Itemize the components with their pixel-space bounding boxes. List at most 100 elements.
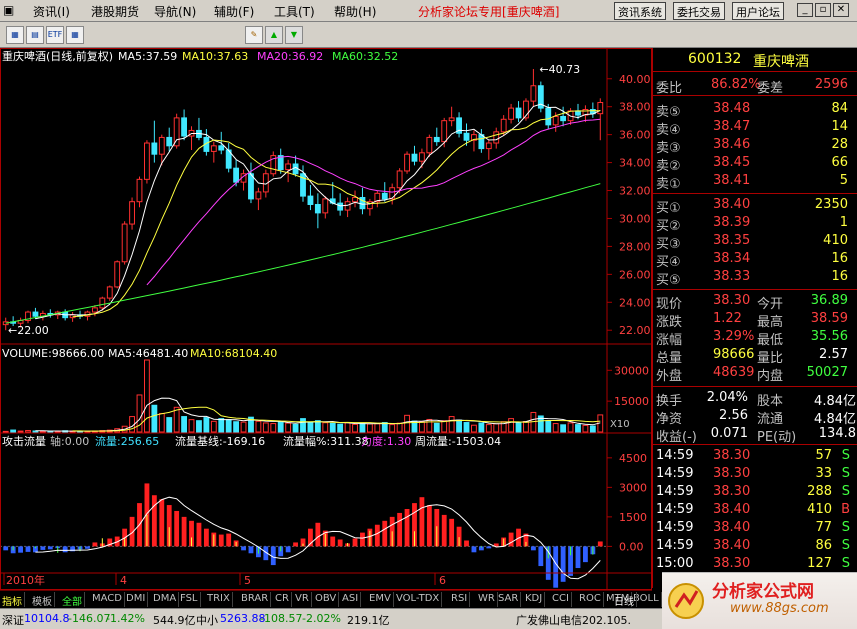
y-tick-label: 30000 [614, 364, 649, 377]
tick-time: 14:59 [656, 502, 694, 517]
tick-volume: 86 [815, 538, 832, 553]
logo-url: www.88gs.com [730, 601, 829, 616]
x-tick-label: 5 [244, 574, 251, 587]
volume-bar [337, 423, 344, 433]
high-label: ←40.73 [539, 63, 580, 76]
bid-row: 买③ 38.35 410 [653, 232, 857, 252]
tick-price: 38.30 [713, 556, 751, 571]
calc-icon[interactable]: ▤ [26, 26, 44, 44]
ma-label: MA20:36.92 [257, 50, 323, 63]
sz-pct: -1.42% [106, 612, 145, 625]
arrow-up-icon[interactable]: ▲ [265, 26, 283, 44]
close-icon[interactable]: ✕ [833, 3, 849, 17]
app-icon[interactable]: ▣ [3, 3, 14, 17]
candle [129, 201, 135, 225]
tab-SAR[interactable]: SAR [496, 592, 522, 607]
tab-DMA[interactable]: DMA [151, 592, 180, 607]
flow-bar [464, 540, 469, 547]
candle [151, 142, 158, 155]
chart-area[interactable]: 40.0038.0036.0034.0032.0030.0028.0026.00… [0, 48, 652, 590]
candle [314, 203, 321, 214]
bid-row: 买② 38.39 1 [653, 214, 857, 234]
menu-help[interactable]: 帮助(H) [334, 3, 376, 20]
tab-ASI[interactable]: ASI [340, 592, 362, 607]
tab-全部[interactable]: 全部 [60, 592, 85, 608]
tab-MACD[interactable]: MACD [90, 592, 125, 607]
tab-CCI[interactable]: CCI [550, 592, 572, 607]
tab-指标[interactable]: 指标 [0, 592, 25, 608]
volume-bar [203, 417, 210, 433]
volume-bar [485, 424, 492, 433]
candle [433, 136, 440, 143]
tab-EMV[interactable]: EMV [367, 592, 394, 607]
chart-icon[interactable]: ▦ [6, 26, 24, 44]
menu-info[interactable]: 资讯(I) [33, 3, 70, 20]
etf-icon[interactable]: ETF [46, 26, 64, 44]
bid-volume: 16 [831, 269, 848, 284]
tick-price: 38.40 [713, 538, 751, 553]
tick-volume: 77 [815, 520, 832, 535]
tab-KDJ[interactable]: KDJ [523, 592, 546, 607]
volume-bar [515, 422, 522, 433]
minimize-icon[interactable]: _ [797, 3, 813, 17]
candle [158, 136, 165, 155]
tab-OBV[interactable]: OBV [313, 592, 340, 607]
flow-title: 攻击流量 [2, 434, 46, 448]
volume-bar [426, 418, 433, 433]
candle [515, 107, 522, 119]
volume-bar [471, 424, 477, 433]
weibi-value: 86.82% [711, 77, 761, 92]
tick-price: 38.30 [713, 448, 751, 463]
tab-ROC[interactable]: ROC [577, 592, 604, 607]
volume-bar [582, 424, 589, 433]
stat-value: 2.04% [706, 390, 748, 405]
info-system-button[interactable]: 资讯系统 [614, 2, 666, 20]
menu-tools[interactable]: 工具(T) [274, 3, 315, 20]
bid-label: 买⑤ [656, 273, 681, 288]
tab-CR[interactable]: CR [273, 592, 292, 607]
tab-TRIX[interactable]: TRIX [205, 592, 233, 607]
tab-WR[interactable]: WR [476, 592, 498, 607]
pencil-icon[interactable]: ✎ [245, 26, 263, 44]
y-tick-label: 1500 [619, 511, 647, 524]
volume-bar [285, 422, 292, 433]
vol-ma-label: MA5:46481.40 [108, 347, 188, 360]
forum-button[interactable]: 用户论坛 [732, 2, 784, 20]
candle [248, 173, 254, 200]
menu-nav[interactable]: 导航(N) [154, 3, 196, 20]
tick-volume: 33 [815, 466, 832, 481]
candle [329, 198, 336, 204]
restore-icon[interactable]: ▫ [815, 3, 831, 17]
chart-frame [0, 48, 652, 590]
menu-hk-futures[interactable]: 港股期货 [91, 3, 139, 20]
tab-日线[interactable]: 日线 [612, 592, 637, 608]
tab-模板[interactable]: 模板 [30, 592, 55, 608]
trade-button[interactable]: 委托交易 [673, 2, 725, 20]
candle [463, 132, 470, 141]
tab-VR[interactable]: VR [293, 592, 312, 607]
flow-bar [293, 542, 298, 547]
bid-row: 买④ 38.34 16 [653, 250, 857, 270]
stat-row: 涨幅 3.29% 最低 35.56 [653, 328, 857, 348]
menu-assist[interactable]: 辅助(F) [214, 3, 254, 20]
forum-banner: 分析家论坛专用[重庆啤酒] [418, 3, 559, 20]
tab-DMI[interactable]: DMI [124, 592, 149, 607]
tab-VOL-TDX[interactable]: VOL-TDX [394, 592, 443, 607]
flow-bar [575, 546, 581, 569]
tick-time: 14:59 [656, 538, 694, 553]
x-tick-label: 6 [439, 574, 446, 587]
y-tick-label: 38.00 [619, 101, 651, 114]
tab-BRAR[interactable]: BRAR [239, 592, 272, 607]
tab-RSI[interactable]: RSI [449, 592, 471, 607]
volume-bar [322, 422, 329, 433]
weibi-label: 委比 [656, 81, 683, 96]
tab-FSL[interactable]: FSL [178, 592, 201, 607]
candle [114, 261, 121, 288]
grid-icon[interactable]: ▦ [66, 26, 84, 44]
zx-label: 中小 [196, 614, 218, 627]
arrow-down-icon[interactable]: ▼ [285, 26, 303, 44]
volume-panel: 30000 15000 X10 [2, 359, 649, 433]
ma-line [72, 110, 601, 318]
sz-label: 深证 [2, 614, 24, 627]
candle [99, 297, 106, 309]
